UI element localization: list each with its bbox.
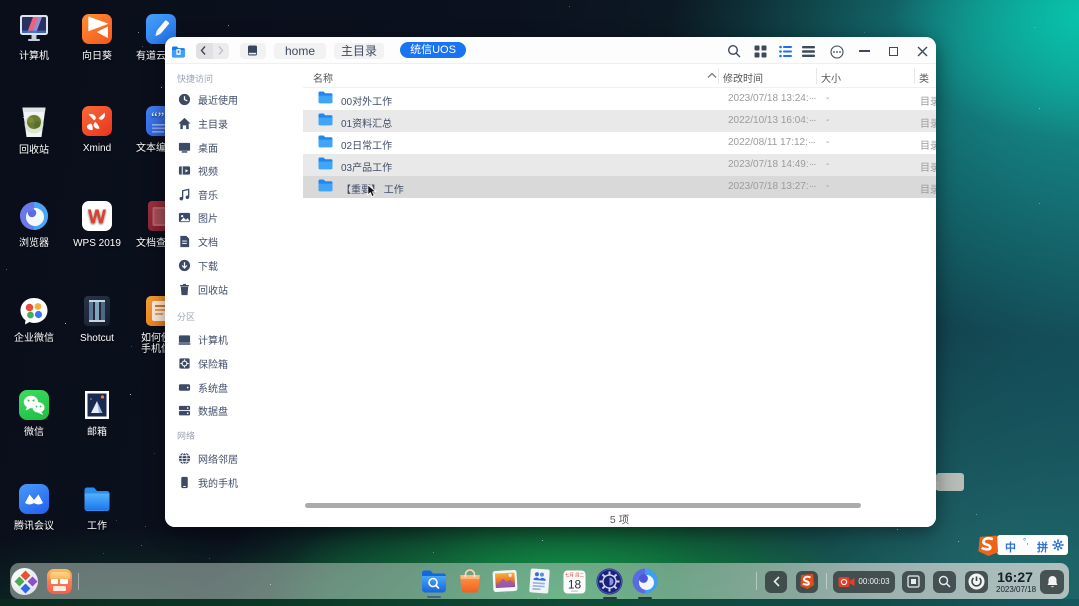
svg-text:18: 18 xyxy=(568,577,582,591)
svg-text:W: W xyxy=(88,207,106,228)
svg-text:“”: “” xyxy=(151,110,164,126)
